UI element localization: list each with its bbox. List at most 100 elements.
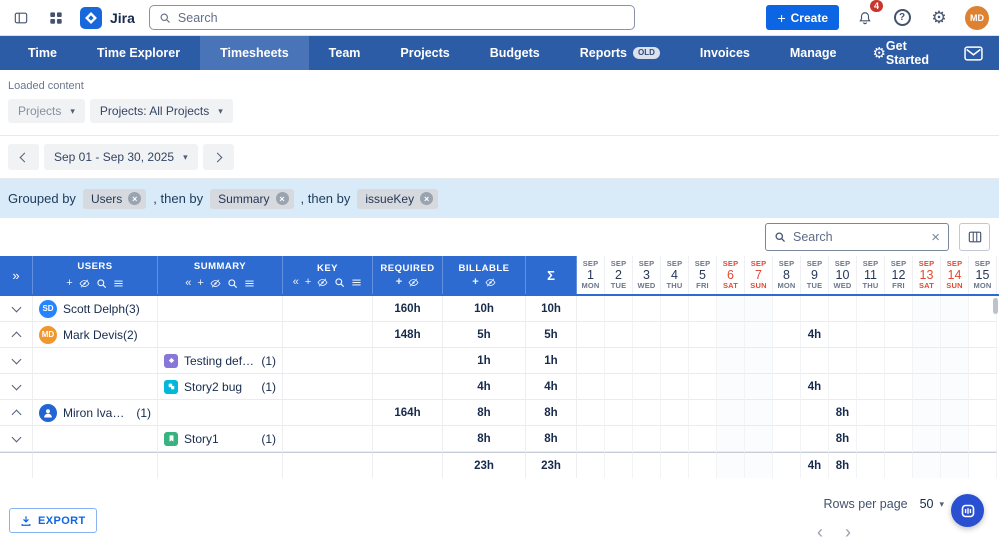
notifications-button[interactable]: 4 (854, 7, 876, 29)
worklog-cell-sep-8[interactable] (773, 426, 801, 452)
worklog-cell-sep-14[interactable] (941, 400, 969, 426)
worklog-cell-sep-4[interactable] (661, 400, 689, 426)
worklog-cell-sep-15[interactable] (969, 374, 997, 400)
worklog-cell-sep-1[interactable] (577, 374, 605, 400)
settings-button[interactable]: ⚙ (928, 7, 950, 29)
worklog-cell-sep-7[interactable] (745, 374, 773, 400)
date-range-select[interactable]: Sep 01 - Sep 30, 2025 ▾ (44, 144, 198, 170)
group-chip-users[interactable]: Users× (83, 189, 146, 209)
worklog-cell-sep-12[interactable] (885, 296, 913, 322)
export-button[interactable]: EXPORT (9, 508, 97, 533)
worklog-cell-sep-13[interactable] (913, 374, 941, 400)
row-expander[interactable] (0, 296, 33, 322)
nav-tab-projects[interactable]: Projects (380, 36, 469, 70)
help-button[interactable]: ? (891, 7, 913, 29)
worklog-cell-sep-15[interactable] (969, 348, 997, 374)
nav-tab-team[interactable]: Team (309, 36, 381, 70)
worklog-cell-sep-3[interactable] (633, 374, 661, 400)
column-tool-search-icon[interactable] (334, 277, 345, 288)
column-tool-plus-icon[interactable]: + (472, 277, 478, 288)
worklog-cell-sep-5[interactable] (689, 296, 717, 322)
worklog-cell-sep-9[interactable] (801, 296, 829, 322)
column-tool-eye-icon[interactable] (210, 278, 221, 289)
worklog-cell-sep-9[interactable]: 4h (801, 322, 829, 348)
projects-select[interactable]: Projects: All Projects ▾ (90, 99, 233, 123)
column-header-key[interactable]: KEY«+ (283, 256, 373, 294)
column-header-[interactable]: Σ (526, 256, 577, 294)
nav-tab-time[interactable]: Time (8, 36, 77, 70)
column-tool-plus-icon[interactable]: + (305, 277, 311, 288)
worklog-cell-sep-14[interactable] (941, 296, 969, 322)
column-header-summary[interactable]: SUMMARY«+ (158, 256, 283, 294)
worklog-cell-sep-9[interactable] (801, 400, 829, 426)
worklog-cell-sep-3[interactable] (633, 322, 661, 348)
worklog-cell-sep-15[interactable] (969, 322, 997, 348)
worklog-cell-sep-15[interactable] (969, 400, 997, 426)
worklog-cell-sep-13[interactable] (913, 400, 941, 426)
next-page-icon[interactable]: › (845, 522, 851, 537)
next-period-button[interactable] (203, 144, 234, 170)
worklog-cell-sep-10[interactable] (829, 296, 857, 322)
jira-logo[interactable] (80, 7, 102, 29)
worklog-cell-sep-4[interactable] (661, 322, 689, 348)
nav-tab-invoices[interactable]: Invoices (680, 36, 770, 70)
column-tool-eye-icon[interactable] (79, 278, 90, 289)
worklog-cell-sep-12[interactable] (885, 322, 913, 348)
worklog-cell-sep-1[interactable] (577, 296, 605, 322)
worklog-cell-sep-4[interactable] (661, 426, 689, 452)
worklog-cell-sep-7[interactable] (745, 348, 773, 374)
row-expander[interactable] (0, 426, 33, 452)
worklog-cell-sep-13[interactable] (913, 426, 941, 452)
worklog-cell-sep-11[interactable] (857, 426, 885, 452)
worklog-cell-sep-5[interactable] (689, 348, 717, 374)
row-expander[interactable] (0, 322, 33, 348)
worklog-cell-sep-2[interactable] (605, 374, 633, 400)
worklog-cell-sep-11[interactable] (857, 322, 885, 348)
worklog-cell-sep-11[interactable] (857, 296, 885, 322)
worklog-cell-sep-11[interactable] (857, 400, 885, 426)
worklog-cell-sep-10[interactable] (829, 322, 857, 348)
column-header-required[interactable]: REQUIRED+ (373, 256, 443, 294)
worklog-cell-sep-8[interactable] (773, 400, 801, 426)
worklog-cell-sep-12[interactable] (885, 348, 913, 374)
column-tool-search-icon[interactable] (96, 278, 107, 289)
worklog-cell-sep-6[interactable] (717, 322, 745, 348)
worklog-cell-sep-3[interactable] (633, 426, 661, 452)
prev-page-icon[interactable]: ‹ (817, 522, 823, 537)
columns-button[interactable] (959, 223, 990, 251)
worklog-cell-sep-12[interactable] (885, 426, 913, 452)
column-tool-eye-icon[interactable] (408, 277, 419, 288)
column-tool-menu-icon[interactable] (351, 277, 362, 288)
table-search-input[interactable] (793, 230, 924, 244)
worklog-cell-sep-5[interactable] (689, 400, 717, 426)
group-chip-issuekey[interactable]: issueKey× (357, 189, 438, 209)
column-tool-plus-icon[interactable]: + (197, 278, 203, 289)
sidebar-toggle-icon[interactable] (10, 7, 32, 29)
row-expander[interactable] (0, 400, 33, 426)
column-tool-search-icon[interactable] (227, 278, 238, 289)
column-header-billable[interactable]: BILLABLE+ (443, 256, 526, 294)
remove-group-icon[interactable]: × (276, 192, 289, 205)
worklog-cell-sep-6[interactable] (717, 296, 745, 322)
worklog-cell-sep-1[interactable] (577, 348, 605, 374)
column-tool-eye-icon[interactable] (317, 277, 328, 288)
worklog-cell-sep-5[interactable] (689, 374, 717, 400)
worklog-cell-sep-14[interactable] (941, 426, 969, 452)
worklog-cell-sep-4[interactable] (661, 374, 689, 400)
worklog-cell-sep-10[interactable] (829, 348, 857, 374)
table-search[interactable]: × (765, 223, 949, 251)
worklog-cell-sep-10[interactable]: 8h (829, 426, 857, 452)
chat-widget-button[interactable] (951, 494, 984, 527)
worklog-cell-sep-14[interactable] (941, 322, 969, 348)
global-search-input[interactable] (178, 11, 625, 25)
worklog-cell-sep-12[interactable] (885, 374, 913, 400)
worklog-cell-sep-3[interactable] (633, 296, 661, 322)
remove-group-icon[interactable]: × (420, 192, 433, 205)
worklog-cell-sep-9[interactable]: 4h (801, 374, 829, 400)
worklog-cell-sep-4[interactable] (661, 348, 689, 374)
column-tool-plus-icon[interactable]: + (66, 278, 72, 289)
worklog-cell-sep-5[interactable] (689, 426, 717, 452)
clear-search-icon[interactable]: × (931, 230, 940, 245)
worklog-cell-sep-2[interactable] (605, 348, 633, 374)
worklog-cell-sep-7[interactable] (745, 296, 773, 322)
